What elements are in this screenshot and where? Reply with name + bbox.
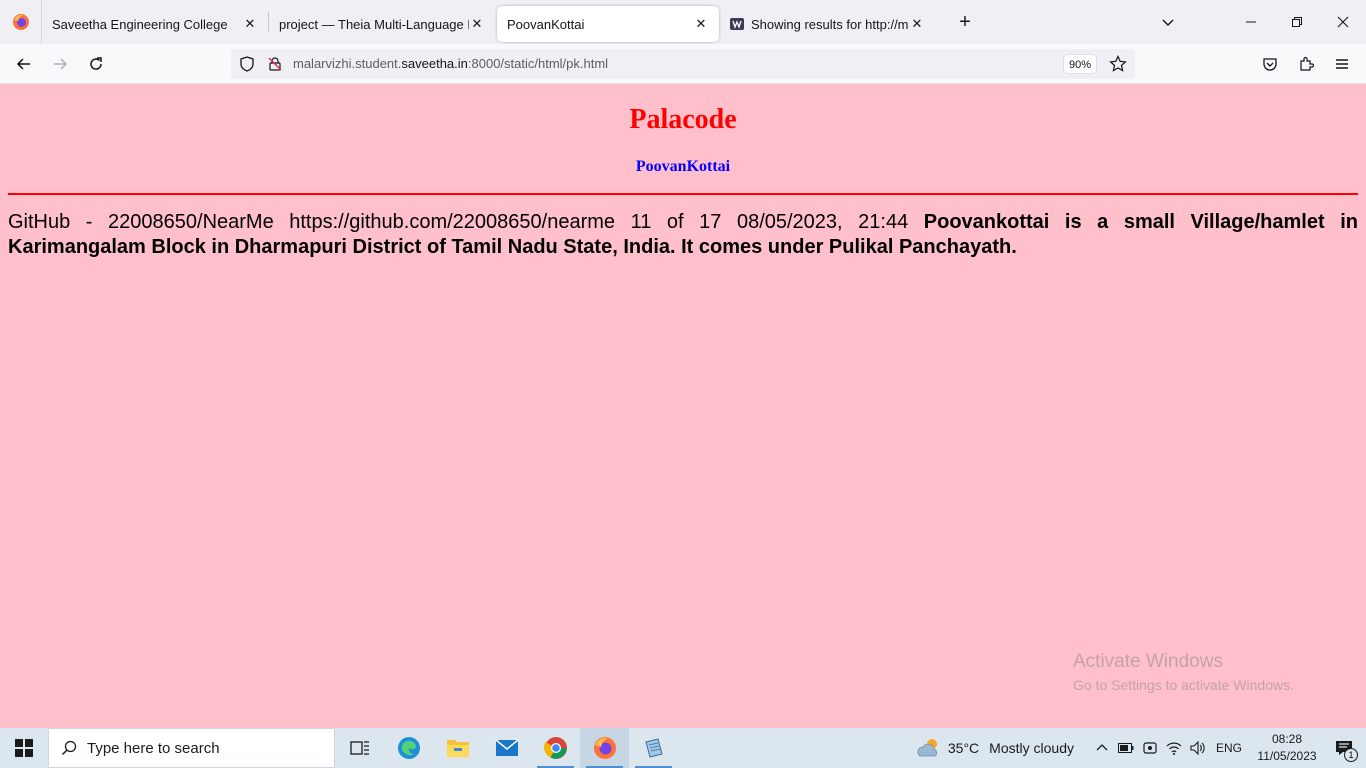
tab-title: Saveetha Engineering College <box>52 16 228 32</box>
clock-date: 11/05/2023 <box>1257 749 1317 763</box>
back-button[interactable] <box>8 48 40 80</box>
taskbar-chrome[interactable] <box>531 728 580 768</box>
close-tab-icon[interactable]: ✕ <box>693 16 709 32</box>
meet-now-icon[interactable] <box>1138 728 1162 768</box>
tracking-protection-shield-icon[interactable] <box>239 56 255 77</box>
tab-poovankottai[interactable]: PoovanKottai ✕ <box>497 6 719 42</box>
reload-icon <box>90 57 102 70</box>
site-favicon-icon <box>729 16 745 32</box>
start-button[interactable] <box>0 728 48 768</box>
tab-title: project — Theia Multi-Language Ex <box>279 16 469 32</box>
tab-theia-project[interactable]: project — Theia Multi-Language Ex ✕ <box>269 6 495 42</box>
taskbar-edge[interactable] <box>384 728 433 768</box>
activate-windows-title: Activate Windows <box>1073 651 1223 672</box>
taskbar-clock[interactable]: 08:28 11/05/2023 <box>1252 731 1322 765</box>
taskbar-firefox[interactable] <box>580 728 629 768</box>
clock-time: 08:28 <box>1271 732 1303 746</box>
weather-description: Mostly cloudy <box>989 740 1074 756</box>
taskbar-search-box[interactable]: Type here to search <box>48 728 335 768</box>
tab-title: PoovanKottai <box>507 16 585 32</box>
village-description: GitHub - 22008650/NearMe https://github.… <box>8 210 1358 260</box>
window-controls <box>1228 0 1366 44</box>
input-language[interactable]: ENG <box>1216 741 1242 755</box>
page-title: Palacode <box>629 104 737 135</box>
forward-button[interactable] <box>44 48 76 80</box>
github-reference-text: GitHub - 22008650/NearMe https://github.… <box>8 211 924 233</box>
insecure-lock-icon[interactable] <box>267 56 283 77</box>
puzzle-icon <box>1300 56 1314 71</box>
bookmark-star-icon[interactable] <box>1109 55 1127 78</box>
windows-taskbar: Type here to search 35°C Mostly cloudy E… <box>0 728 1366 768</box>
chevron-up-icon <box>1096 744 1108 751</box>
url-prefix: malarvizhi.student. <box>293 56 402 71</box>
pocket-icon <box>1263 58 1277 71</box>
reload-button[interactable] <box>80 48 112 80</box>
firefox-icon <box>593 737 616 759</box>
extensions-button[interactable] <box>1290 48 1322 80</box>
close-window-button[interactable] <box>1320 0 1366 44</box>
battery-icon[interactable] <box>1114 728 1138 768</box>
wifi-icon[interactable] <box>1162 728 1186 768</box>
tab-title: Showing results for http://malar <box>751 16 909 32</box>
chevron-down-icon <box>1162 19 1174 26</box>
close-tab-icon[interactable]: ✕ <box>469 16 485 32</box>
url-text[interactable]: malarvizhi.student.saveetha.in:8000/stat… <box>293 56 608 71</box>
search-icon <box>61 740 77 756</box>
action-center-button[interactable]: 1 <box>1322 728 1366 768</box>
edge-icon <box>397 737 420 759</box>
search-placeholder: Type here to search <box>87 739 220 757</box>
arrow-right-icon <box>54 58 68 70</box>
restore-button[interactable] <box>1274 0 1320 44</box>
zoom-reset-button[interactable]: 90% <box>1063 54 1098 74</box>
navigation-toolbar: malarvizhi.student.saveetha.in:8000/stat… <box>0 44 1366 84</box>
page-subtitle: PoovanKottai <box>635 158 731 175</box>
url-host: saveetha.in <box>401 56 468 71</box>
tab-strip: Saveetha Engineering College ✕ project —… <box>0 0 1366 44</box>
new-tab-button[interactable]: + <box>949 6 981 38</box>
activate-windows-watermark: Activate Windows Go to Settings to activ… <box>1073 651 1294 693</box>
list-all-tabs-button[interactable] <box>1152 6 1184 38</box>
address-bar[interactable]: malarvizhi.student.saveetha.in:8000/stat… <box>231 49 1135 79</box>
taskbar-file-explorer[interactable] <box>433 728 482 768</box>
close-tab-icon[interactable]: ✕ <box>909 16 925 32</box>
app-menu-button[interactable] <box>1326 48 1358 80</box>
url-suffix: :8000/static/html/pk.html <box>467 56 609 71</box>
tab-saveetha[interactable]: Saveetha Engineering College ✕ <box>42 6 268 42</box>
task-view-icon <box>349 741 369 755</box>
mail-icon <box>495 739 518 756</box>
notification-count-badge: 1 <box>1344 748 1358 762</box>
activate-windows-hint: Go to Settings to activate Windows. <box>1073 677 1294 693</box>
minimize-button[interactable] <box>1228 0 1274 44</box>
horizontal-rule <box>8 193 1358 195</box>
system-tray: 35°C Mostly cloudy ENG 08:28 11/05/2023 … <box>916 728 1366 768</box>
task-view-button[interactable] <box>335 728 384 768</box>
hamburger-menu-icon <box>1336 59 1348 69</box>
close-tab-icon[interactable]: ✕ <box>242 16 258 32</box>
firefox-view-icon[interactable] <box>0 0 42 44</box>
taskbar-mail[interactable] <box>482 728 531 768</box>
show-hidden-icons-button[interactable] <box>1090 728 1114 768</box>
page-content: Palacode PoovanKottai GitHub - 22008650/… <box>0 85 1366 728</box>
partly-cloudy-icon <box>917 739 937 757</box>
chrome-icon <box>543 737 567 759</box>
arrow-left-icon <box>16 58 30 70</box>
pocket-button[interactable] <box>1254 48 1286 80</box>
taskbar-notepad-app[interactable] <box>629 728 678 768</box>
weather-widget[interactable]: 35°C Mostly cloudy <box>916 736 1074 760</box>
folder-icon <box>446 740 469 757</box>
weather-temperature: 35°C <box>947 740 980 756</box>
notepad-icon <box>644 738 663 758</box>
tab-search-results[interactable]: Showing results for http://malar ✕ <box>719 6 935 42</box>
windows-logo-icon <box>15 739 33 757</box>
volume-icon[interactable] <box>1186 728 1210 768</box>
